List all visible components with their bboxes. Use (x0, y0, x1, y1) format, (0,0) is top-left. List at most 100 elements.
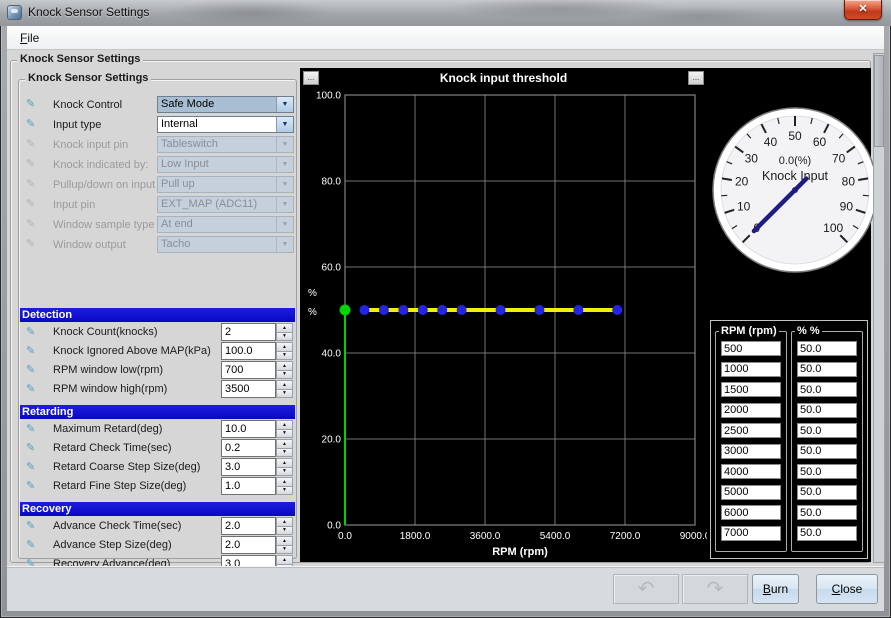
curve-table: RPM (rpm) % % (710, 320, 868, 559)
burn-button[interactable]: Burn (752, 574, 799, 604)
curve-point[interactable] (457, 305, 467, 315)
value-cell[interactable] (797, 444, 857, 459)
curve-point[interactable] (612, 305, 622, 315)
spinner-up-icon[interactable]: ▲ (276, 458, 293, 468)
value-cell[interactable] (797, 505, 857, 520)
spinner-up-icon[interactable]: ▲ (276, 342, 293, 352)
setting-label: Pullup/down on input (53, 179, 155, 191)
field-retard-check-time-sec[interactable]: 0.2 (221, 439, 276, 457)
field-rpm-window-low-rpm[interactable]: 700 (221, 361, 276, 379)
curve-point[interactable] (398, 305, 408, 315)
x-tick-label: 0.0 (338, 531, 352, 542)
setting-row: ✎Retard Fine Step Size(deg)1.0▲▼ (20, 477, 294, 495)
spinner-down-icon[interactable]: ▼ (276, 487, 293, 496)
spinner-up-icon[interactable]: ▲ (276, 380, 293, 390)
knock-input-gauge: 01020304050607080901000.0(%)Knock Input (710, 105, 880, 275)
spinner-up-icon[interactable]: ▲ (276, 517, 293, 527)
field-advance-step-size-deg[interactable]: 2.0 (221, 536, 276, 554)
setting-row: ✎Knock ControlSafe Mode▼ (20, 96, 294, 113)
curve-point[interactable] (573, 305, 583, 315)
window-title: Knock Sensor Settings (28, 5, 149, 19)
combo-input-type[interactable]: Internal▼ (157, 116, 294, 133)
x-axis-label: RPM (rpm) (492, 546, 548, 558)
chevron-down-icon[interactable]: ▼ (276, 117, 293, 132)
value-cell[interactable] (797, 423, 857, 438)
rpm-cell[interactable] (721, 444, 781, 459)
spinner-down-icon[interactable]: ▼ (276, 546, 293, 555)
dialog-content: Knock Sensor Settings Knock Sensor Setti… (7, 50, 884, 566)
curve-point[interactable] (418, 305, 428, 315)
spinner-up-icon[interactable]: ▲ (276, 361, 293, 371)
stepper-maximum-retard-deg: ▲▼ (276, 420, 293, 438)
vertical-scrollbar[interactable] (873, 53, 885, 563)
rpm-cell[interactable] (721, 403, 781, 418)
setting-row: ✎RPM window high(rpm)3500▲▼ (20, 380, 294, 398)
stepper-retard-check-time-sec: ▲▼ (276, 439, 293, 457)
spinner-up-icon[interactable]: ▲ (276, 439, 293, 449)
edit-icon: ✎ (26, 119, 40, 130)
rpm-cell[interactable] (721, 423, 781, 438)
rpm-cell[interactable] (721, 526, 781, 541)
value-cell[interactable] (797, 362, 857, 377)
chevron-down-icon[interactable]: ▼ (276, 97, 293, 112)
spinner-down-icon[interactable]: ▼ (276, 371, 293, 380)
gauge-tick-label: 70 (832, 151, 846, 165)
field-rpm-window-high-rpm[interactable]: 3500 (221, 380, 276, 398)
knock-threshold-chart[interactable]: 0.01800.03600.05400.07200.09000.00.020.0… (300, 68, 707, 562)
menu-file[interactable]: File (13, 29, 46, 47)
rpm-cell[interactable] (721, 362, 781, 377)
value-cell[interactable] (797, 403, 857, 418)
spinner-down-icon[interactable]: ▼ (276, 430, 293, 439)
value-cell[interactable] (797, 382, 857, 397)
combo-value: Tableswitch (158, 137, 276, 152)
value-cell[interactable] (797, 341, 857, 356)
spinner-up-icon[interactable]: ▲ (276, 420, 293, 430)
chevron-down-icon: ▼ (276, 237, 293, 252)
curve-point[interactable] (496, 305, 506, 315)
chart-options-right-button[interactable]: ... (688, 71, 704, 85)
field-knock-count-knocks[interactable]: 2 (221, 323, 276, 341)
rpm-cell[interactable] (721, 485, 781, 500)
field-retard-coarse-step-size-deg[interactable]: 3.0 (221, 458, 276, 476)
spinner-down-icon[interactable]: ▼ (276, 390, 293, 399)
combo-knock-control[interactable]: Safe Mode▼ (157, 96, 294, 113)
rpm-cell[interactable] (721, 382, 781, 397)
scrollbar-thumb[interactable] (874, 55, 884, 147)
field-retard-fine-step-size-deg[interactable]: 1.0 (221, 477, 276, 495)
rpm-cell[interactable] (721, 505, 781, 520)
chevron-down-icon: ▼ (276, 217, 293, 232)
spinner-down-icon[interactable]: ▼ (276, 333, 293, 342)
close-window-button[interactable]: ✕ (844, 0, 882, 20)
edit-icon: ✎ (26, 384, 40, 395)
stepper-retard-coarse-step-size-deg: ▲▼ (276, 458, 293, 476)
curve-point[interactable] (379, 305, 389, 315)
curve-point[interactable] (359, 305, 369, 315)
field-maximum-retard-deg[interactable]: 10.0 (221, 420, 276, 438)
curve-point[interactable] (437, 305, 447, 315)
curve-point[interactable] (534, 305, 544, 315)
value-cell[interactable] (797, 485, 857, 500)
chart-options-left-button[interactable]: ... (303, 71, 319, 85)
value-cell[interactable] (797, 526, 857, 541)
close-button[interactable]: Close (816, 574, 878, 604)
combo-value: At end (158, 217, 276, 232)
value-cell[interactable] (797, 464, 857, 479)
gauge-and-table-panel: 01020304050607080901000.0(%)Knock Input … (707, 68, 871, 562)
spinner-down-icon[interactable]: ▼ (276, 468, 293, 477)
action-bar: ↶ ↷ Burn Close (7, 566, 884, 611)
section-header-detection: Detection (20, 308, 295, 322)
edit-icon: ✎ (26, 99, 40, 110)
spinner-down-icon[interactable]: ▼ (276, 527, 293, 536)
spinner-down-icon[interactable]: ▼ (276, 449, 293, 458)
spinner-up-icon[interactable]: ▲ (276, 555, 293, 565)
field-knock-ignored-above-map-kpa[interactable]: 100.0 (221, 342, 276, 360)
rpm-cell[interactable] (721, 464, 781, 479)
rpm-cell[interactable] (721, 341, 781, 356)
spinner-down-icon[interactable]: ▼ (276, 352, 293, 361)
field-advance-check-time-sec[interactable]: 2.0 (221, 517, 276, 535)
spinner-up-icon[interactable]: ▲ (276, 536, 293, 546)
spinner-up-icon[interactable]: ▲ (276, 477, 293, 487)
spinner-up-icon[interactable]: ▲ (276, 323, 293, 333)
title-bar[interactable]: Knock Sensor Settings ✕ (0, 0, 891, 26)
setting-row: ✎Input typeInternal▼ (20, 116, 294, 133)
